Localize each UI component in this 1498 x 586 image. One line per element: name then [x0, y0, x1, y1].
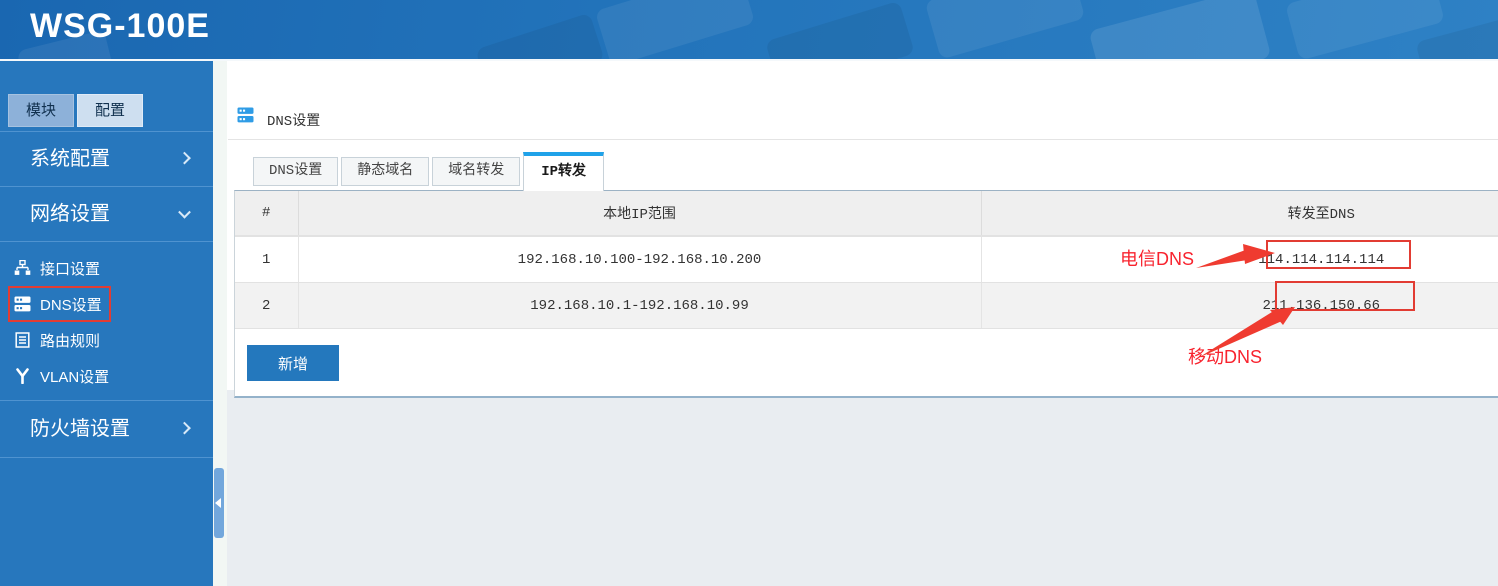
app-header: WSG-100E [0, 0, 1498, 61]
dns-tab-bar: DNS设置 静态域名 域名转发 IP转发 [253, 152, 607, 190]
submenu-item-label: 路由规则 [40, 330, 100, 351]
sidebar: 模块 配置 系统配置 网络设置 [0, 61, 213, 586]
table-row: 2 192.168.10.1-192.168.10.99 211.136.150… [235, 283, 1498, 329]
menu-item-network-settings[interactable]: 网络设置 [0, 187, 213, 242]
add-button[interactable]: 新增 [247, 345, 339, 381]
page-title: DNS设置 [267, 110, 320, 130]
tab-ip-forward[interactable]: IP转发 [523, 152, 604, 191]
tab-static-domain[interactable]: 静态域名 [341, 157, 429, 186]
chevron-right-icon [178, 422, 191, 435]
main-content: DNS设置 DNS设置 静态域名 域名转发 IP转发 # 本地IP范围 转发至D… [213, 61, 1498, 586]
menu-item-firewall-settings[interactable]: 防火墙设置 [0, 401, 213, 458]
menu-item-label: 防火墙设置 [30, 418, 130, 440]
submenu-item-label: 接口设置 [40, 258, 100, 279]
sidebar-tab-bar: 模块 配置 [8, 94, 143, 127]
submenu-item-vlan-settings[interactable]: VLAN设置 [0, 358, 213, 394]
title-divider [228, 139, 1498, 140]
forward-dns-cell: 114.114.114.114 [981, 236, 1498, 283]
keyboard-key-decoration [475, 13, 605, 61]
network-settings-submenu: 接口设置 DNS设置 [0, 242, 213, 401]
table-header-row: # 本地IP范围 转发至DNS [235, 191, 1498, 236]
column-header-index: # [235, 191, 298, 236]
row-index-cell: 2 [235, 283, 298, 329]
column-header-ip-range: 本地IP范围 [298, 191, 981, 236]
submenu-item-label: DNS设置 [40, 294, 102, 315]
ip-range-cell: 192.168.10.100-192.168.10.200 [298, 236, 981, 283]
submenu-item-dns-settings[interactable]: DNS设置 [0, 286, 213, 322]
sidebar-menu: 系统配置 网络设置 接口设置 [0, 131, 213, 458]
submenu-item-label: VLAN设置 [40, 366, 109, 387]
sidebar-collapse-handle[interactable] [214, 468, 224, 538]
tab-domain-forward[interactable]: 域名转发 [432, 157, 520, 186]
sidebar-tab-config[interactable]: 配置 [77, 94, 143, 127]
sidebar-tab-module[interactable]: 模块 [8, 94, 74, 127]
keyboard-key-decoration [1089, 0, 1272, 61]
menu-item-label: 网络设置 [30, 203, 110, 225]
page-background [227, 390, 1498, 586]
ip-forward-panel: # 本地IP范围 转发至DNS 1 192.168.10.100-192.168… [234, 190, 1498, 398]
wsg-100e-admin-screen: WSG-100E 模块 配置 系统配置 网络设置 [0, 0, 1498, 586]
column-header-forward-dns: 转发至DNS [981, 191, 1498, 236]
forward-dns-cell: 211.136.150.66 [981, 283, 1498, 329]
tab-dns-settings[interactable]: DNS设置 [253, 157, 338, 186]
vlan-branch-icon [14, 368, 31, 384]
app-title: WSG-100E [30, 7, 210, 46]
chevron-down-icon [178, 206, 191, 219]
table-row: 1 192.168.10.100-192.168.10.200 114.114.… [235, 236, 1498, 283]
submenu-item-route-rules[interactable]: 路由规则 [0, 322, 213, 358]
menu-item-system-config[interactable]: 系统配置 [0, 132, 213, 187]
keyboard-key-decoration [765, 1, 915, 61]
dns-page-icon [237, 107, 254, 123]
collapse-arrow-icon [215, 498, 221, 508]
ip-forward-table: # 本地IP范围 转发至DNS 1 192.168.10.100-192.168… [235, 191, 1498, 329]
keyboard-key-decoration [925, 0, 1086, 60]
dns-server-icon [14, 296, 31, 312]
menu-item-label: 系统配置 [30, 148, 110, 170]
submenu-item-interface-settings[interactable]: 接口设置 [0, 250, 213, 286]
chevron-right-icon [178, 152, 191, 165]
row-index-cell: 1 [235, 236, 298, 283]
interface-tree-icon [14, 260, 31, 276]
route-rules-icon [14, 332, 31, 348]
ip-range-cell: 192.168.10.1-192.168.10.99 [298, 283, 981, 329]
keyboard-key-decoration [595, 0, 755, 61]
